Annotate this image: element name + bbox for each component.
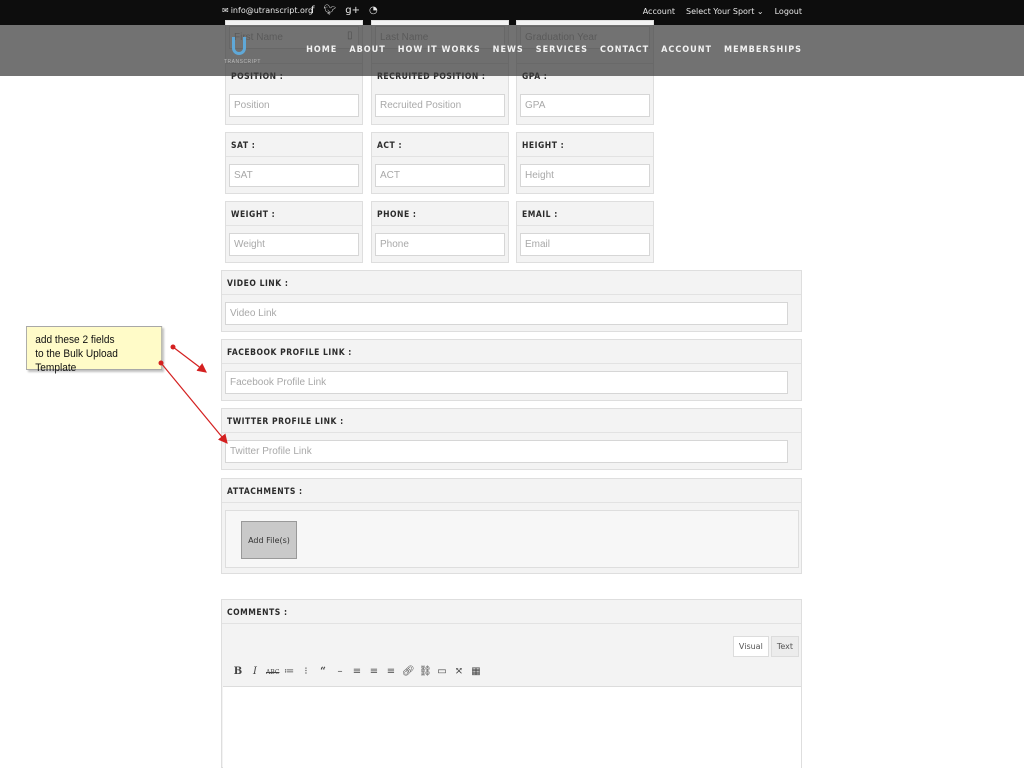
align-center-icon[interactable]: ≡: [368, 666, 380, 680]
attachments-label-bar: [222, 479, 801, 503]
sat-input[interactable]: [229, 164, 359, 187]
comments-label-bar: [222, 600, 801, 624]
account-links: Account Select Your Sport ⌄ Logout: [643, 7, 802, 16]
rss-icon[interactable]: ◔: [369, 5, 378, 16]
sport-select-label: Select Your Sport: [686, 7, 755, 16]
phone-input[interactable]: [375, 233, 505, 256]
email-label: EMAIL :: [522, 210, 558, 220]
social-links: f 🐦︎ g+ ◔: [311, 5, 378, 16]
nav-news[interactable]: NEWS: [493, 45, 524, 55]
logo-u-icon: [232, 37, 246, 55]
attachments-dropzone[interactable]: Add File(s): [225, 510, 799, 568]
account-link[interactable]: Account: [643, 7, 675, 16]
link-icon[interactable]: 🔗︎: [402, 666, 415, 680]
height-box: HEIGHT :: [516, 132, 654, 194]
facebook-link-label: FACEBOOK PROFILE LINK :: [227, 348, 352, 358]
attachments-box: ATTACHMENTS : Add File(s): [221, 478, 802, 574]
phone-label: PHONE :: [377, 210, 417, 220]
read-more-icon[interactable]: ▭: [436, 666, 448, 680]
weight-box: WEIGHT :: [225, 201, 363, 263]
comments-label: COMMENTS :: [227, 608, 288, 618]
weight-label: WEIGHT :: [231, 210, 276, 220]
facebook-link-box: FACEBOOK PROFILE LINK :: [221, 339, 802, 401]
annotation-line-1: add these 2 fields: [35, 334, 115, 346]
act-input[interactable]: [375, 164, 505, 187]
email-box: EMAIL :: [516, 201, 654, 263]
add-files-button[interactable]: Add File(s): [241, 521, 297, 559]
video-link-input[interactable]: [225, 302, 788, 325]
comments-editor[interactable]: [223, 686, 801, 768]
nav-services[interactable]: SERVICES: [536, 45, 588, 55]
strikethrough-icon[interactable]: ABC: [266, 666, 279, 680]
blockquote-icon[interactable]: “: [317, 666, 329, 680]
logout-link[interactable]: Logout: [775, 7, 802, 16]
facebook-link-input[interactable]: [225, 371, 788, 394]
annotation-line-2: to the Bulk Upload Template: [35, 348, 118, 374]
nav-menu: HOME ABOUT HOW IT WORKS NEWS SERVICES CO…: [306, 45, 802, 55]
email-input[interactable]: [520, 233, 650, 256]
tab-text[interactable]: Text: [770, 636, 799, 657]
nav-how-it-works[interactable]: HOW IT WORKS: [398, 45, 481, 55]
phone-box: PHONE :: [371, 201, 509, 263]
twitter-link-label: TWITTER PROFILE LINK :: [227, 417, 344, 427]
nav-about[interactable]: ABOUT: [349, 45, 385, 55]
chevron-down-icon: ⌄: [756, 7, 764, 16]
unlink-icon[interactable]: ⛓︎: [419, 666, 432, 680]
envelope-icon: ✉: [222, 6, 229, 15]
site-logo[interactable]: TRANSCRIPT: [224, 33, 260, 65]
attachments-label: ATTACHMENTS :: [227, 487, 303, 497]
annotation-note: add these 2 fields to the Bulk Upload Te…: [26, 326, 163, 374]
editor-tabs: Visual Text: [732, 636, 799, 657]
align-right-icon[interactable]: ≡: [385, 666, 397, 680]
arrow-to-twitter-field: [158, 360, 228, 444]
sat-box: SAT :: [225, 132, 363, 194]
italic-icon[interactable]: I: [249, 666, 261, 680]
top-bar: ✉ info@utranscript.org f 🐦︎ g+ ◔ Account…: [0, 0, 1024, 25]
gpa-input[interactable]: [520, 94, 650, 117]
email-text: info@utranscript.org: [230, 6, 314, 15]
logo-text: TRANSCRIPT: [224, 59, 261, 65]
position-input[interactable]: [229, 94, 359, 117]
recruited-position-input[interactable]: [375, 94, 505, 117]
twitter-link-box: TWITTER PROFILE LINK :: [221, 408, 802, 470]
align-left-icon[interactable]: ≡: [351, 666, 363, 680]
editor-toolbar: B I ABC ≔ ⁝ “ – ≡ ≡ ≡ 🔗︎ ⛓︎ ▭ ⤧ ▦: [232, 666, 482, 680]
tab-visual[interactable]: Visual: [732, 636, 769, 657]
sat-label: SAT :: [231, 141, 256, 151]
act-label: ACT :: [377, 141, 403, 151]
sport-select[interactable]: Select Your Sport ⌄: [686, 7, 764, 16]
facebook-icon[interactable]: f: [311, 5, 315, 16]
bold-icon[interactable]: B: [232, 666, 244, 680]
google-plus-icon[interactable]: g+: [345, 5, 360, 16]
nav-home[interactable]: HOME: [306, 45, 337, 55]
comments-box: COMMENTS : Visual Text B I ABC ≔ ⁝ “ – ≡…: [221, 599, 802, 768]
twitter-icon[interactable]: 🐦︎: [324, 5, 337, 16]
main-nav: TRANSCRIPT HOME ABOUT HOW IT WORKS NEWS …: [0, 25, 1024, 76]
toolbar-toggle-icon[interactable]: ▦: [470, 666, 482, 680]
arrow-to-facebook-field: [170, 344, 207, 373]
nav-contact[interactable]: CONTACT: [600, 45, 649, 55]
fullscreen-icon[interactable]: ⤧: [453, 666, 465, 680]
video-link-label-bar: [222, 271, 801, 295]
numbered-list-icon[interactable]: ⁝: [300, 666, 312, 680]
act-box: ACT :: [371, 132, 509, 194]
bullet-list-icon[interactable]: ≔: [283, 666, 295, 680]
video-link-box: VIDEO LINK :: [221, 270, 802, 332]
horizontal-rule-icon[interactable]: –: [334, 666, 346, 680]
nav-account[interactable]: ACCOUNT: [661, 45, 712, 55]
nav-memberships[interactable]: MEMBERSHIPS: [724, 45, 802, 55]
height-input[interactable]: [520, 164, 650, 187]
email-link[interactable]: ✉ info@utranscript.org: [222, 6, 313, 15]
video-link-label: VIDEO LINK :: [227, 279, 289, 289]
height-label: HEIGHT :: [522, 141, 565, 151]
weight-input[interactable]: [229, 233, 359, 256]
twitter-link-input[interactable]: [225, 440, 788, 463]
